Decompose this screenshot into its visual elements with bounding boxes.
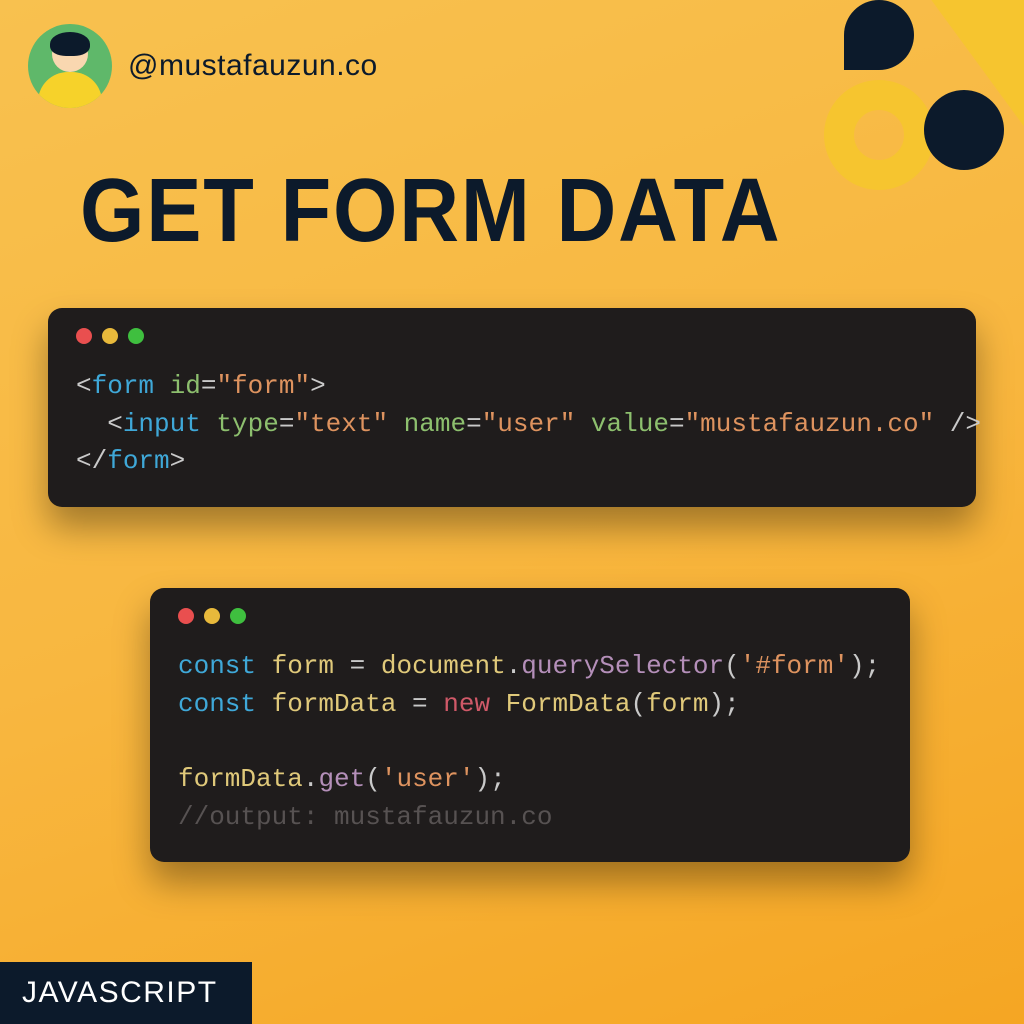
dot-red	[178, 608, 194, 624]
shape-circle	[924, 90, 1004, 170]
shape-petal	[844, 0, 914, 70]
dot-yellow	[102, 328, 118, 344]
avatar-body	[38, 72, 102, 108]
page-title: GET FORM DATA	[80, 160, 782, 263]
avatar-hair	[50, 32, 90, 56]
code-block-html: <form id="form"> <input type="text" name…	[76, 368, 948, 481]
decorative-shapes	[794, 0, 1024, 210]
dot-green	[230, 608, 246, 624]
shape-ring	[824, 80, 934, 190]
window-dots	[178, 608, 882, 624]
avatar	[28, 24, 112, 108]
window-dots	[76, 328, 948, 344]
header: @mustafauzun.co	[28, 24, 378, 108]
dot-yellow	[204, 608, 220, 624]
author-handle: @mustafauzun.co	[128, 49, 378, 83]
dot-green	[128, 328, 144, 344]
code-window-js: const form = document.querySelector('#fo…	[150, 588, 910, 862]
language-badge: JAVASCRIPT	[0, 962, 252, 1024]
dot-red	[76, 328, 92, 344]
code-window-html: <form id="form"> <input type="text" name…	[48, 308, 976, 507]
code-block-js: const form = document.querySelector('#fo…	[178, 648, 882, 836]
